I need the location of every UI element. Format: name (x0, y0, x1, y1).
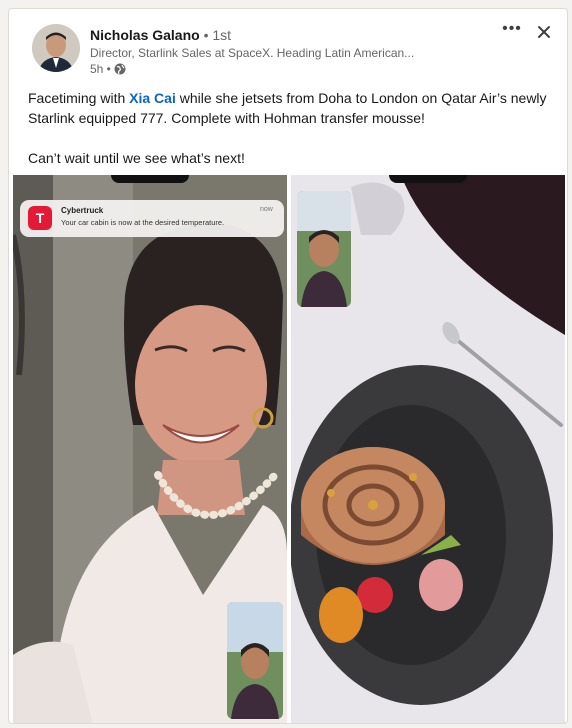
phone-notch (111, 175, 189, 183)
notification-time: now (260, 206, 273, 213)
connection-degree: • 1st (203, 27, 232, 43)
phone-notch (389, 175, 467, 183)
tesla-logo-icon: T (28, 206, 52, 230)
author-headline: Director, Starlink Sales at SpaceX. Head… (90, 46, 415, 60)
mention-link[interactable]: Xia Cai (129, 90, 176, 106)
facetime-screenshot-left[interactable]: T Cybertruck Your car cabin is now at th… (13, 175, 287, 723)
notification-message: Your car cabin is now at the desired tem… (61, 218, 225, 227)
post-media[interactable]: T Cybertruck Your car cabin is now at th… (13, 175, 565, 723)
post-paragraph-1: Facetiming with Xia Cai while she jetset… (28, 88, 553, 128)
author-photo (32, 24, 80, 72)
post-text: Facetiming with Xia Cai while she jetset… (28, 88, 553, 168)
self-view-photo (227, 602, 283, 719)
post-paragraph-2: Can’t wait until we see what’s next! (28, 150, 245, 166)
post-card: Nicholas Galano • 1st Director, Starlink… (8, 8, 568, 724)
post-text-start: Facetiming with (28, 90, 130, 106)
facetime-screenshot-right[interactable] (291, 175, 565, 723)
author-avatar[interactable] (32, 24, 80, 72)
post-meta: 5h • (90, 62, 126, 76)
close-icon[interactable] (531, 19, 557, 45)
more-options-icon[interactable]: ••• (498, 19, 526, 43)
author-name-text[interactable]: Nicholas Galano (90, 27, 200, 43)
cybertruck-notification[interactable]: T Cybertruck Your car cabin is now at th… (20, 200, 284, 237)
globe-icon (114, 63, 126, 75)
post-time: 5h • (90, 62, 111, 76)
notification-title: Cybertruck (61, 206, 104, 215)
self-view-thumbnail[interactable] (297, 191, 351, 307)
self-view-thumbnail[interactable] (227, 602, 283, 719)
author-name[interactable]: Nicholas Galano • 1st (90, 27, 231, 43)
self-view-photo (297, 191, 351, 307)
